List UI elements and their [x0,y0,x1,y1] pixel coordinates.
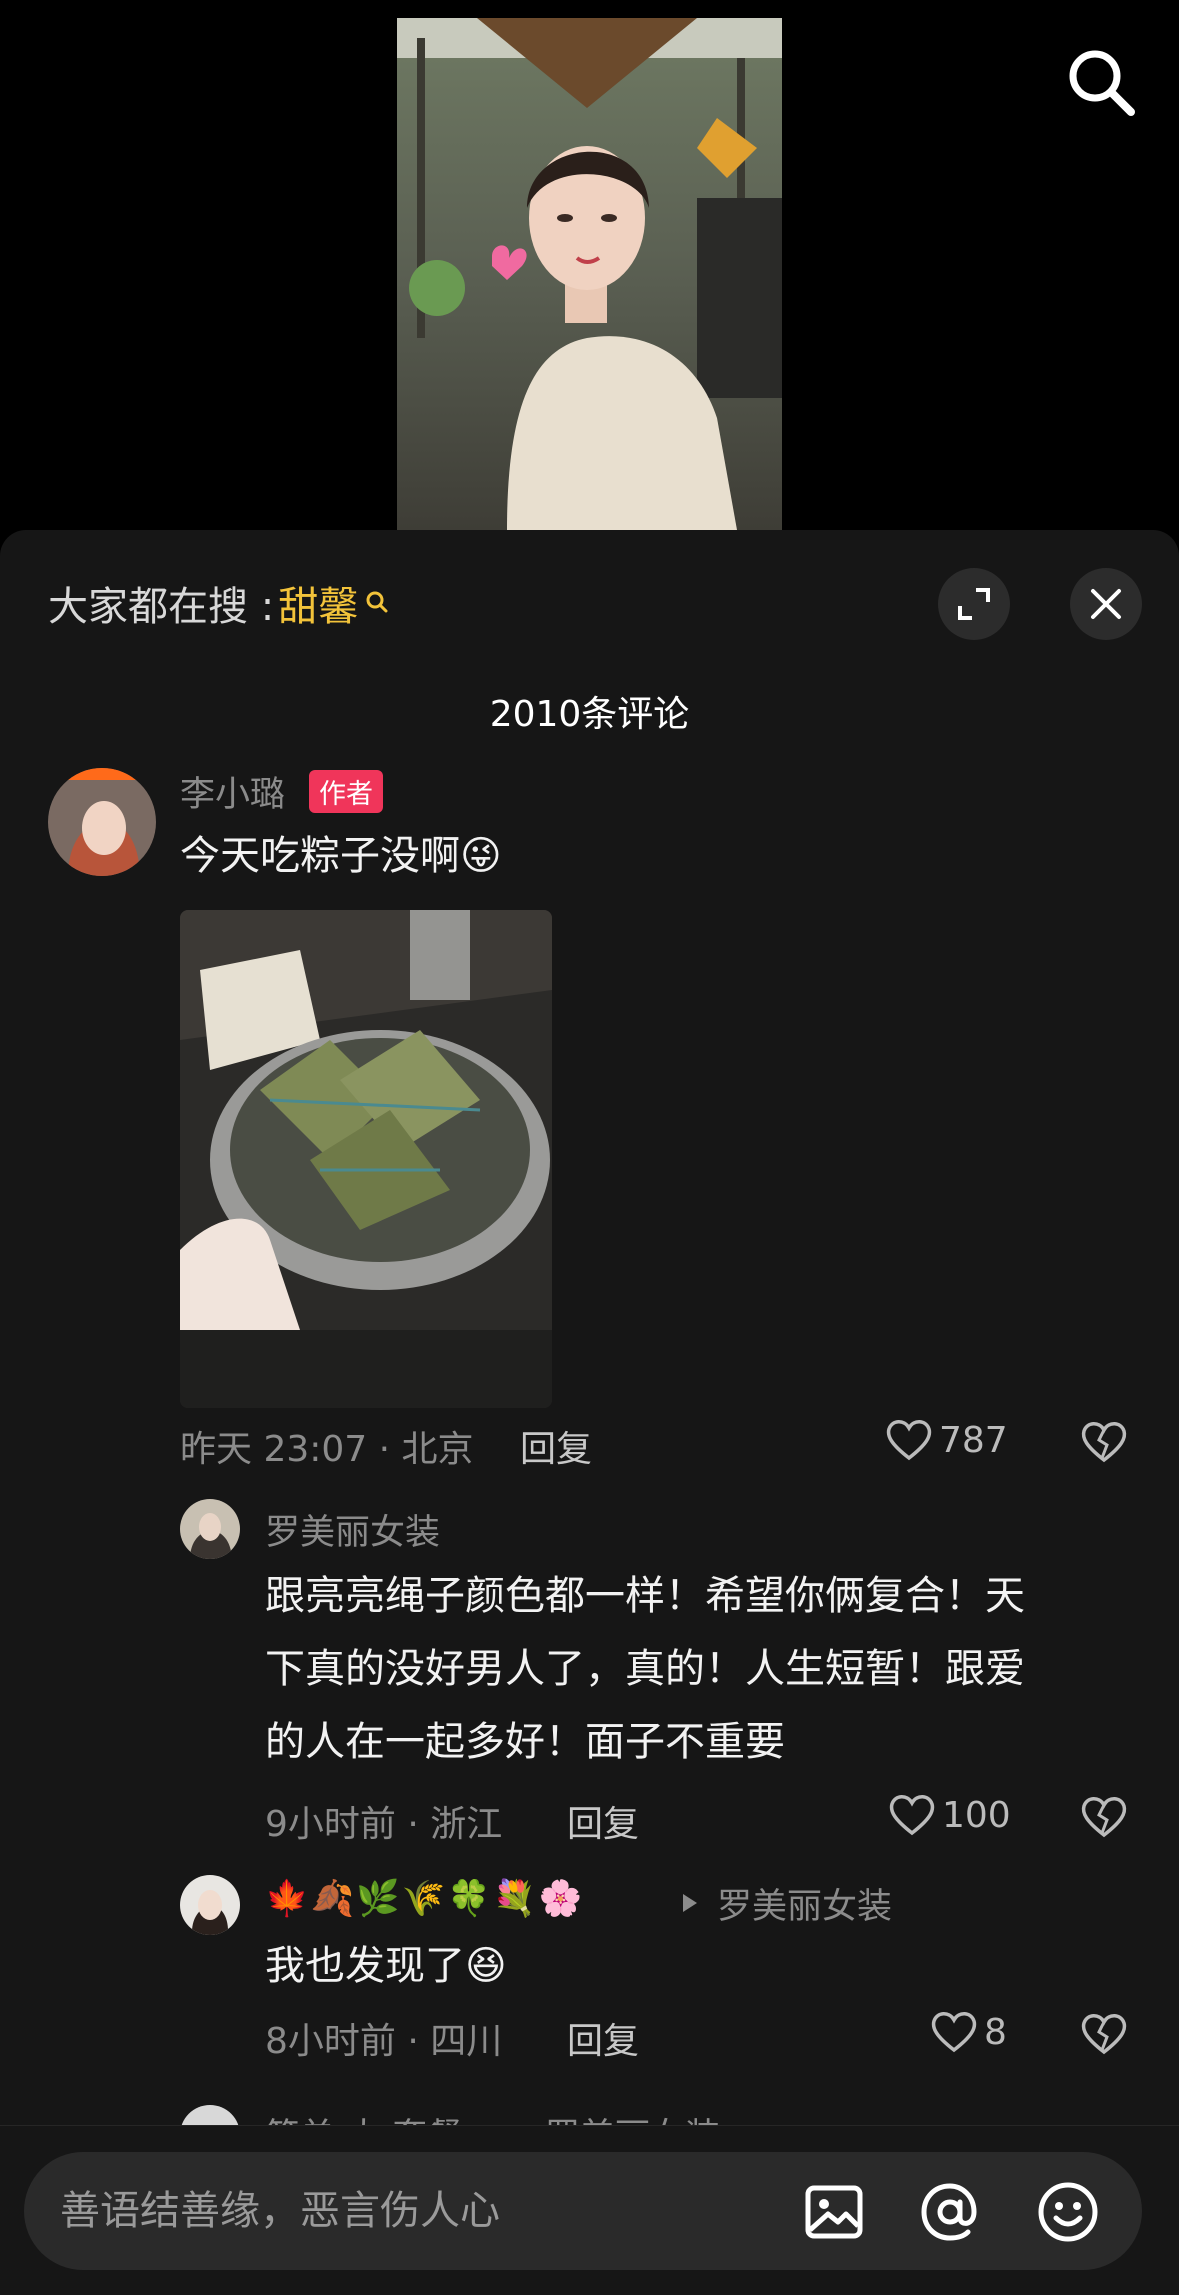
comment-text: 跟亮亮绳子颜色都一样！希望你俩复合！天 下真的没好男人了，真的！人生短暂！跟爱 … [265,1560,1025,1779]
commenter-name[interactable]: 李小璐 [180,766,285,817]
comment-text-line: 的人在一起多好！面子不重要 [265,1719,785,1765]
comment-input[interactable] [60,2152,760,2270]
like-button[interactable]: 787 [885,1418,1008,1462]
emoji-icon[interactable] [1036,2180,1100,2244]
author-badge: 作者 [309,770,383,813]
small-search-icon [366,591,388,613]
comment-photo[interactable] [180,910,552,1408]
hot-search-prefix: 大家都在搜 : [48,584,275,630]
comment-input-bar [0,2125,1179,2295]
heart-icon [886,1420,932,1461]
reply-button[interactable]: 回复 [567,2012,639,2064]
image-icon[interactable] [802,2180,866,2244]
reply-button[interactable]: 回复 [567,1795,639,1847]
reply-button[interactable]: 回复 [520,1420,592,1472]
like-count: 787 [939,1419,1008,1461]
broken-heart-icon [1081,2014,1127,2055]
dislike-button[interactable] [1080,1795,1128,1843]
at-icon[interactable] [918,2180,982,2244]
comment-meta: 昨天 23:07 · 北京 [180,1429,474,1470]
comments-sheet: 大家都在搜 : 甜馨 2010条评论 李小璐 作者 今天吃粽子没啊😜 昨天 23… [0,530,1179,2295]
heart-icon [931,2012,977,2053]
avatar[interactable] [48,768,156,876]
hot-search-keyword[interactable]: 甜馨 [278,574,358,632]
close-button[interactable] [1070,568,1142,640]
comment-text: 今天吃粽子没啊😜 [180,833,502,879]
commenter-name[interactable]: 罗美丽女装 [265,1504,440,1555]
close-icon [1091,589,1121,619]
comment-meta: 9小时前 · 浙江 [265,1804,503,1845]
expand-button[interactable] [938,568,1010,640]
broken-heart-icon [1081,1422,1127,1463]
comment-text-line: 跟亮亮绳子颜色都一样！希望你俩复合！天 [265,1573,1025,1619]
expand-icon [958,588,990,620]
comment-text-line: 下真的没好男人了，真的！人生短暂！跟爱 [265,1646,1025,1692]
search-icon[interactable] [1063,44,1139,120]
reply-arrow-icon [683,1894,697,1912]
comments-count: 2010条评论 [489,694,690,735]
like-count: 100 [942,1794,1011,1836]
like-button[interactable]: 8 [930,2010,1007,2054]
comment-text: 我也发现了😆 [265,1943,507,1989]
avatar[interactable] [180,1875,240,1935]
comment-input-container[interactable] [24,2152,1142,2270]
heart-icon [889,1795,935,1836]
dislike-button[interactable] [1080,1420,1128,1468]
commenter-name[interactable]: 🍁🍂🌿🌾🍀💐🌸 [265,1878,584,1919]
comment-meta: 8小时前 · 四川 [265,2021,503,2062]
dislike-button[interactable] [1080,2012,1128,2060]
broken-heart-icon [1081,1797,1127,1838]
like-count: 8 [984,2011,1007,2053]
reply-to-name[interactable]: 罗美丽女装 [717,1878,892,1929]
avatar[interactable] [180,1499,240,1559]
like-button[interactable]: 100 [888,1793,1011,1837]
hot-search[interactable]: 大家都在搜 : 甜馨 [48,574,390,632]
video-preview[interactable] [397,18,782,530]
